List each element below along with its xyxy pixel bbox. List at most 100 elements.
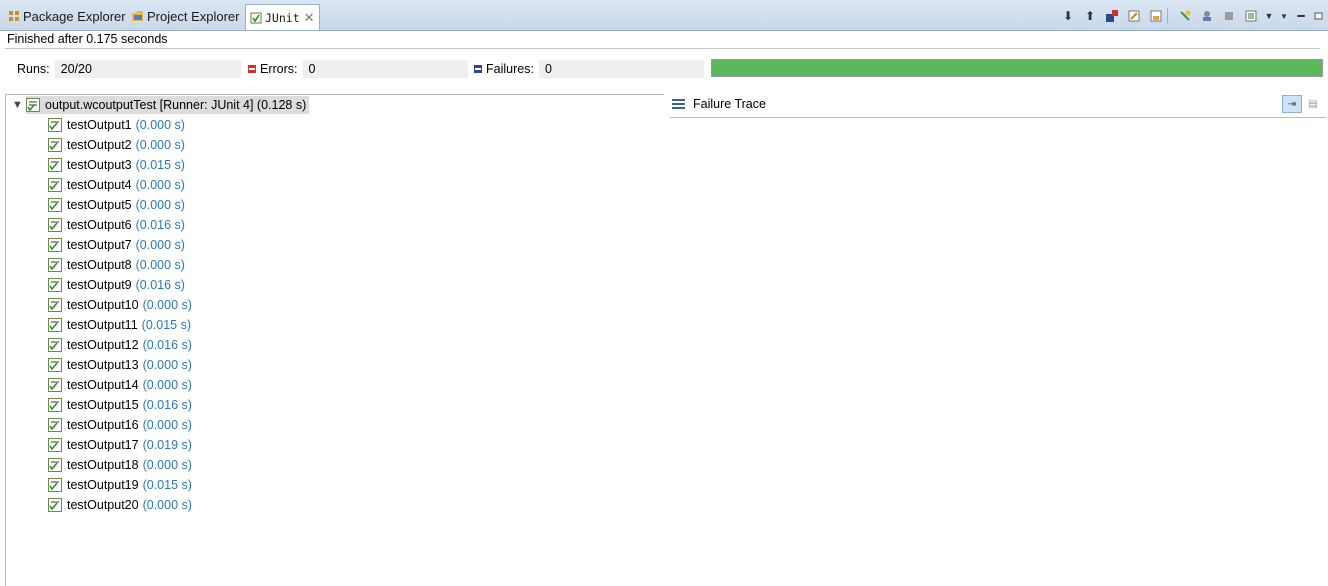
test-time: (0.016 s) [142, 338, 192, 352]
rerun-failed-first-icon[interactable] [1196, 6, 1218, 26]
chevron-down-icon[interactable]: ▼ [1262, 6, 1276, 26]
test-name: testOutput17 [67, 438, 139, 452]
close-icon[interactable]: ✕ [304, 10, 315, 26]
test-time: (0.016 s) [135, 278, 185, 292]
project-explorer-icon [132, 10, 144, 22]
test-time: (0.000 s) [142, 458, 192, 472]
chevron-down-icon[interactable]: ▼ [12, 99, 26, 111]
failure-trace-title: Failure Trace [693, 97, 766, 111]
test-case-row[interactable]: testOutput19 (0.015 s) [48, 475, 192, 495]
test-name: testOutput6 [67, 218, 132, 232]
test-passed-icon [48, 478, 62, 492]
test-name: testOutput5 [67, 198, 132, 212]
test-name: testOutput14 [67, 378, 139, 392]
test-passed-icon [48, 418, 62, 432]
test-case-row[interactable]: testOutput15 (0.016 s) [48, 395, 192, 415]
test-name: testOutput11 [67, 318, 138, 332]
test-name: testOutput20 [67, 498, 139, 512]
test-time: (0.000 s) [142, 298, 192, 312]
test-time: (0.000 s) [135, 138, 185, 152]
test-case-row[interactable]: testOutput6 (0.016 s) [48, 215, 185, 235]
scroll-lock-icon[interactable] [1123, 6, 1145, 26]
tab-package-explorer[interactable]: Package Explorer [8, 5, 126, 27]
progress-bar-fill [712, 60, 1322, 76]
test-name: testOutput16 [67, 418, 139, 432]
tab-project-explorer[interactable]: Project Explorer [132, 5, 239, 27]
failures-only-icon[interactable] [1101, 6, 1123, 26]
test-case-row[interactable]: testOutput5 (0.000 s) [48, 195, 185, 215]
test-passed-icon [48, 258, 62, 272]
test-time: (0.016 s) [135, 218, 185, 232]
test-name: testOutput9 [67, 278, 132, 292]
status-text: Finished after 0.175 seconds [7, 32, 168, 46]
compare-results-button[interactable]: ▤ [1304, 95, 1322, 113]
test-run-history-icon[interactable] [1240, 6, 1262, 26]
failures-counter: Failures: 0 [474, 60, 704, 78]
errors-value: 0 [308, 62, 316, 76]
test-suite-row[interactable]: ▼ output.wcoutputTest [Runner: JUnit 4] … [12, 95, 310, 115]
test-passed-icon [48, 198, 62, 212]
test-time: (0.015 s) [135, 158, 185, 172]
test-case-row[interactable]: testOutput17 (0.019 s) [48, 435, 192, 455]
test-name: testOutput7 [67, 238, 132, 252]
errors-label: Errors: [260, 62, 298, 76]
failures-label: Failures: [486, 62, 534, 76]
test-case-row[interactable]: testOutput14 (0.000 s) [48, 375, 192, 395]
test-case-row[interactable]: testOutput2 (0.000 s) [48, 135, 185, 155]
compare-icon: ▤ [1308, 98, 1318, 110]
test-time: (0.000 s) [142, 378, 192, 392]
test-case-row[interactable]: testOutput4 (0.000 s) [48, 175, 185, 195]
rerun-test-icon[interactable] [1174, 6, 1196, 26]
test-case-row[interactable]: testOutput11 (0.015 s) [48, 315, 191, 335]
stop-icon[interactable] [1218, 6, 1240, 26]
minimize-icon[interactable]: ━ [1292, 6, 1310, 26]
maximize-icon[interactable] [1310, 6, 1328, 26]
divider [5, 94, 6, 586]
test-name: testOutput15 [67, 398, 139, 412]
errors-counter: Errors: 0 [248, 60, 468, 78]
progress-bar [711, 59, 1323, 77]
test-case-row[interactable]: testOutput3 (0.015 s) [48, 155, 185, 175]
test-passed-icon [48, 118, 62, 132]
test-case-row[interactable]: testOutput12 (0.016 s) [48, 335, 192, 355]
history-icon[interactable] [1145, 6, 1167, 26]
failures-value: 0 [544, 62, 552, 76]
tab-label: Package Explorer [23, 8, 126, 24]
test-name: testOutput2 [67, 138, 132, 152]
error-icon [248, 65, 256, 73]
test-passed-icon [48, 218, 62, 232]
test-passed-icon [48, 278, 62, 292]
test-case-row[interactable]: testOutput20 (0.000 s) [48, 495, 192, 515]
test-case-row[interactable]: testOutput10 (0.000 s) [48, 295, 192, 315]
test-time: (0.000 s) [142, 418, 192, 432]
previous-failure-icon[interactable]: ⬆ [1079, 6, 1101, 26]
counters-panel: Runs: 20/20 Errors: 0 Failures: 0 [5, 58, 1325, 80]
next-failure-icon[interactable]: ⬇ [1057, 6, 1079, 26]
test-time: (0.000 s) [135, 258, 185, 272]
test-passed-icon [48, 238, 62, 252]
filter-stack-trace-button[interactable]: ⇥ [1282, 95, 1302, 113]
test-name: testOutput18 [67, 458, 139, 472]
test-suite-passed-icon [26, 98, 40, 112]
runs-label: Runs: [5, 60, 55, 78]
test-passed-icon [48, 318, 62, 332]
tab-label: Project Explorer [147, 8, 240, 24]
test-case-row[interactable]: testOutput8 (0.000 s) [48, 255, 185, 275]
test-name: testOutput4 [67, 178, 132, 192]
test-passed-icon [48, 158, 62, 172]
test-case-row[interactable]: testOutput9 (0.016 s) [48, 275, 185, 295]
test-case-row[interactable]: testOutput13 (0.000 s) [48, 355, 192, 375]
tab-junit[interactable]: JUnit ✕ [245, 4, 320, 30]
test-passed-icon [48, 138, 62, 152]
test-time: (0.015 s) [142, 478, 192, 492]
view-menu-icon[interactable]: ▼ [1276, 6, 1292, 26]
package-explorer-icon [8, 10, 20, 22]
test-time: (0.019 s) [142, 438, 192, 452]
test-name: testOutput19 [67, 478, 139, 492]
test-case-row[interactable]: testOutput16 (0.000 s) [48, 415, 192, 435]
test-case-row[interactable]: testOutput7 (0.000 s) [48, 235, 185, 255]
test-case-row[interactable]: testOutput18 (0.000 s) [48, 455, 192, 475]
test-time: (0.000 s) [142, 358, 192, 372]
test-case-row[interactable]: testOutput1 (0.000 s) [48, 115, 185, 135]
test-time: (0.015 s) [141, 318, 191, 332]
